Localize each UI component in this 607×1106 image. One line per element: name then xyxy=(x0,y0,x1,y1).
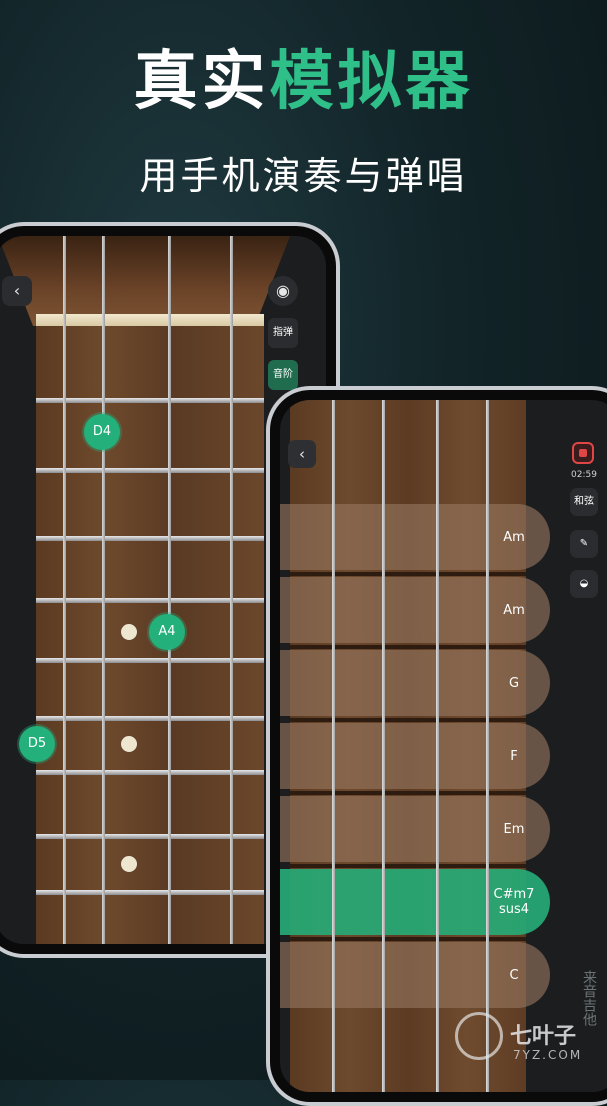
headline-part2: 模拟器 xyxy=(269,45,474,119)
watermark-site: 7YZ.COM xyxy=(513,1048,583,1062)
back-button[interactable]: ‹ xyxy=(288,440,316,468)
chord-row[interactable]: Am xyxy=(280,504,550,570)
fret-inlay xyxy=(121,856,137,872)
fret xyxy=(290,645,526,649)
string[interactable] xyxy=(436,400,439,1092)
headline: 真实模拟器 xyxy=(0,30,607,122)
chord-label: Em xyxy=(503,821,525,837)
watermark: 七叶子 7YZ.COM xyxy=(455,1012,605,1072)
note-marker[interactable]: A4 xyxy=(149,614,185,650)
chord-label: F xyxy=(510,748,518,764)
chord-button[interactable]: 和弦 xyxy=(570,488,598,516)
pick-button[interactable]: ◒ xyxy=(570,570,598,598)
fret xyxy=(290,937,526,941)
chord-row[interactable]: Am xyxy=(280,577,550,643)
string[interactable] xyxy=(382,400,385,1092)
watermark-brand: 七叶子 xyxy=(510,1024,577,1049)
record-icon: ◉ xyxy=(276,281,290,300)
chevron-left-icon: ‹ xyxy=(13,281,21,300)
chord-row[interactable]: Em xyxy=(280,796,550,862)
stop-record-button[interactable] xyxy=(572,442,594,464)
fret xyxy=(290,572,526,576)
record-timer: 02:59 xyxy=(571,470,597,480)
chord-row[interactable]: G xyxy=(280,650,550,716)
phone-right-screen: Am Am G F Em C#m7 sus4 C ‹ 02:59 和弦 ✎ ◒ xyxy=(280,400,607,1092)
record-button[interactable]: ◉ xyxy=(268,276,298,306)
pencil-icon: ✎ xyxy=(579,538,589,549)
chord-label: Am xyxy=(503,529,525,545)
edit-button[interactable]: ✎ xyxy=(570,530,598,558)
subline: 用手机演奏与弹唱 xyxy=(139,154,468,198)
string[interactable] xyxy=(63,236,66,944)
chord-row[interactable]: C xyxy=(280,942,550,1008)
headline-part1: 真实 xyxy=(133,45,270,119)
scale-button[interactable]: 音阶 xyxy=(268,360,298,390)
string[interactable] xyxy=(102,236,105,944)
string[interactable] xyxy=(332,400,335,1092)
headstock xyxy=(0,236,290,326)
chord-label: C#m7 sus4 xyxy=(493,887,535,917)
fret-inlay xyxy=(121,624,137,640)
chord-label: C xyxy=(509,967,519,983)
back-button[interactable]: ‹ xyxy=(2,276,32,306)
fret-inlay xyxy=(121,736,137,752)
chord-row[interactable]: F xyxy=(280,723,550,789)
mode-button[interactable]: 指弹 xyxy=(268,318,298,348)
string[interactable] xyxy=(168,236,171,944)
phone-right: Am Am G F Em C#m7 sus4 C ‹ 02:59 和弦 ✎ ◒ xyxy=(266,386,607,1106)
note-marker[interactable]: D5 xyxy=(19,726,55,762)
guitar-pick-icon: ◒ xyxy=(579,578,589,589)
leaf-logo-icon xyxy=(455,1012,503,1060)
string[interactable] xyxy=(230,236,233,944)
chevron-left-icon: ‹ xyxy=(299,445,305,463)
string[interactable] xyxy=(486,400,489,1092)
chord-row-active[interactable]: C#m7 sus4 xyxy=(280,869,550,935)
fret xyxy=(290,864,526,868)
fret xyxy=(290,791,526,795)
chord-label: Am xyxy=(503,602,525,618)
note-marker[interactable]: D4 xyxy=(84,414,120,450)
fret xyxy=(290,718,526,722)
chord-label: G xyxy=(508,675,520,691)
